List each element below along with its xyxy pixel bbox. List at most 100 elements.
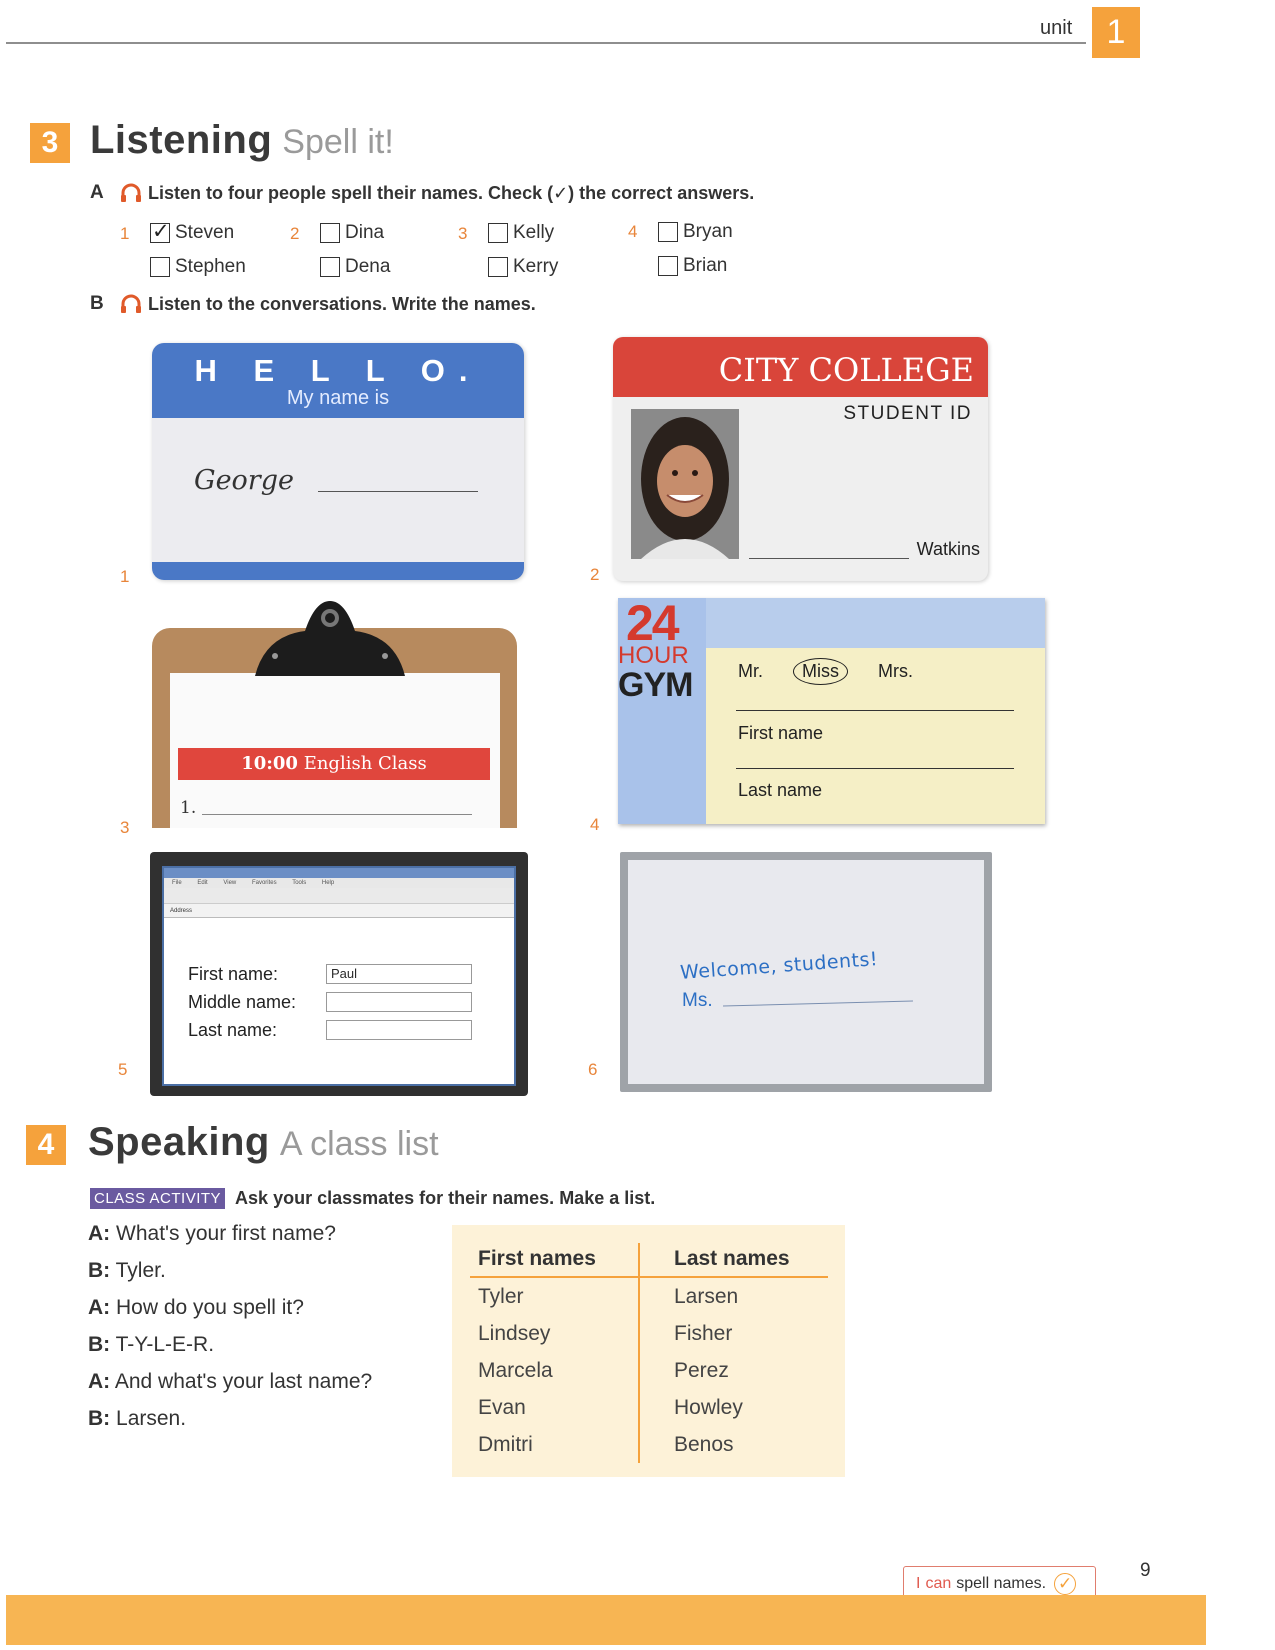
checkbox[interactable] [658, 222, 678, 242]
checkbox-checked[interactable] [150, 219, 170, 244]
column-divider [638, 1243, 640, 1463]
student-id-card: CITY COLLEGE STUDENT ID Watkins [613, 337, 988, 581]
title-mrs[interactable]: Mrs. [878, 661, 913, 682]
item-number: 4 [590, 815, 600, 834]
unit-label: unit [1040, 17, 1073, 39]
checkbox[interactable] [658, 256, 678, 276]
first-name-field[interactable]: Paul [326, 964, 472, 984]
column-header: Last names [674, 1247, 790, 1270]
option-item[interactable]: Brian [658, 255, 727, 277]
table-cell: Marcela [478, 1359, 553, 1382]
option-label: Bryan [683, 221, 733, 242]
checkbox[interactable] [488, 223, 508, 243]
header-rule [470, 1276, 828, 1278]
section-title-main: Speaking [88, 1120, 270, 1164]
option-item[interactable]: Dina [320, 222, 384, 244]
first-name-label: First name: [188, 964, 279, 984]
section-title: Speaking A class list [88, 1120, 439, 1165]
menu-favorites[interactable]: Favorites [252, 880, 277, 886]
title-mr[interactable]: Mr. [738, 661, 763, 682]
ican-text: spell names. [956, 1575, 1047, 1592]
table-cell: Howley [674, 1396, 743, 1419]
checkbox[interactable] [320, 223, 340, 243]
dialog-text: What's your first name? [116, 1222, 336, 1245]
computer-monitor: File Edit View Favorites Tools Help Addr… [150, 852, 528, 1096]
item-number: 1 [120, 567, 130, 586]
student-portrait-icon [631, 409, 739, 559]
list-write-line[interactable] [202, 814, 472, 815]
task-text: Listen to the conversations. Write the n… [148, 293, 536, 314]
table-cell: Fisher [674, 1322, 733, 1345]
item-number: 3 [120, 818, 130, 837]
checkbox[interactable] [150, 257, 170, 277]
id-last-name: Watkins [916, 539, 980, 559]
option-item[interactable]: Steven [150, 219, 235, 244]
browser-menu-bar: File Edit View Favorites Tools Help [164, 878, 514, 888]
dialog-speaker: A: [88, 1296, 111, 1319]
class-activity-badge: CLASS ACTIVITY [90, 1188, 226, 1209]
option-item[interactable]: Bryan [658, 221, 733, 243]
browser-toolbar [164, 888, 514, 904]
badge-write-line[interactable] [318, 491, 478, 492]
option-item[interactable]: Kerry [488, 256, 558, 278]
dialog-speaker: B: [88, 1259, 111, 1282]
section-title: Listening Spell it! [90, 118, 394, 163]
column-header: First names [478, 1247, 596, 1270]
option-label: Kelly [513, 222, 555, 243]
option-item[interactable]: Stephen [150, 256, 246, 278]
menu-file[interactable]: File [172, 880, 182, 886]
gym-logo: 24 HOUR GYM [618, 598, 706, 708]
option-label: Kerry [513, 256, 559, 277]
browser-window: File Edit View Favorites Tools Help Addr… [162, 866, 516, 1086]
menu-view[interactable]: View [223, 880, 236, 886]
board-write-line[interactable] [723, 1000, 913, 1007]
dialog-text: Larsen. [116, 1407, 187, 1430]
checkbox[interactable] [320, 257, 340, 277]
id-write-line[interactable] [749, 558, 909, 559]
dialog-speaker: A: [88, 1370, 111, 1393]
checkbox[interactable] [488, 257, 508, 277]
page-number: 9 [1140, 1560, 1151, 1581]
dialog-speaker: B: [88, 1333, 111, 1356]
option-item[interactable]: Kelly [488, 222, 554, 244]
board-ms: Ms. [682, 990, 713, 1011]
check-circle-icon[interactable]: ✓ [1054, 1573, 1077, 1595]
ican-i: I [916, 1575, 921, 1592]
dialog-speaker: A: [88, 1222, 111, 1245]
menu-edit[interactable]: Edit [197, 880, 207, 886]
table-cell: Benos [674, 1433, 734, 1456]
headphones-icon [121, 183, 141, 202]
address-bar[interactable]: Address [164, 904, 514, 918]
clipboard-clip-icon [255, 601, 405, 676]
window-titlebar [164, 868, 514, 878]
class-list-table: First names Last names Tyler Larsen Lind… [452, 1225, 845, 1477]
menu-tools[interactable]: Tools [292, 880, 306, 886]
menu-help[interactable]: Help [322, 880, 334, 886]
board-welcome: Welcome, students! [679, 948, 879, 984]
whiteboard: Welcome, students! Ms. [620, 852, 992, 1092]
dialog-text: Tyler. [115, 1259, 166, 1282]
header-rule [6, 42, 1086, 44]
dialog-speaker: B: [88, 1407, 111, 1430]
middle-name-label: Middle name: [188, 992, 297, 1012]
dialog-line: B: Larsen. [88, 1407, 186, 1431]
college-name: CITY COLLEGE [613, 337, 988, 397]
question-number: 4 [628, 222, 638, 241]
section-subtitle: A class list [279, 1125, 439, 1163]
option-label: Steven [175, 222, 235, 243]
first-name-line[interactable] [736, 710, 1014, 711]
dialog-line: B: T-Y-L-E-R. [88, 1333, 214, 1357]
last-name-field[interactable] [326, 1020, 472, 1040]
last-name-line[interactable] [736, 768, 1014, 769]
footer-band [6, 1595, 1206, 1645]
question-number: 3 [458, 224, 468, 243]
last-name-label: Last name: [188, 1020, 278, 1040]
section-subtitle: Spell it! [282, 123, 394, 161]
task-letter: B [90, 293, 104, 314]
ican-can: can [925, 1575, 952, 1592]
task-letter: A [90, 182, 104, 203]
middle-name-field[interactable] [326, 992, 472, 1012]
title-miss-circled[interactable]: Miss [793, 658, 848, 685]
dialog-line: A: What's your first name? [88, 1222, 336, 1246]
option-item[interactable]: Dena [320, 256, 390, 278]
